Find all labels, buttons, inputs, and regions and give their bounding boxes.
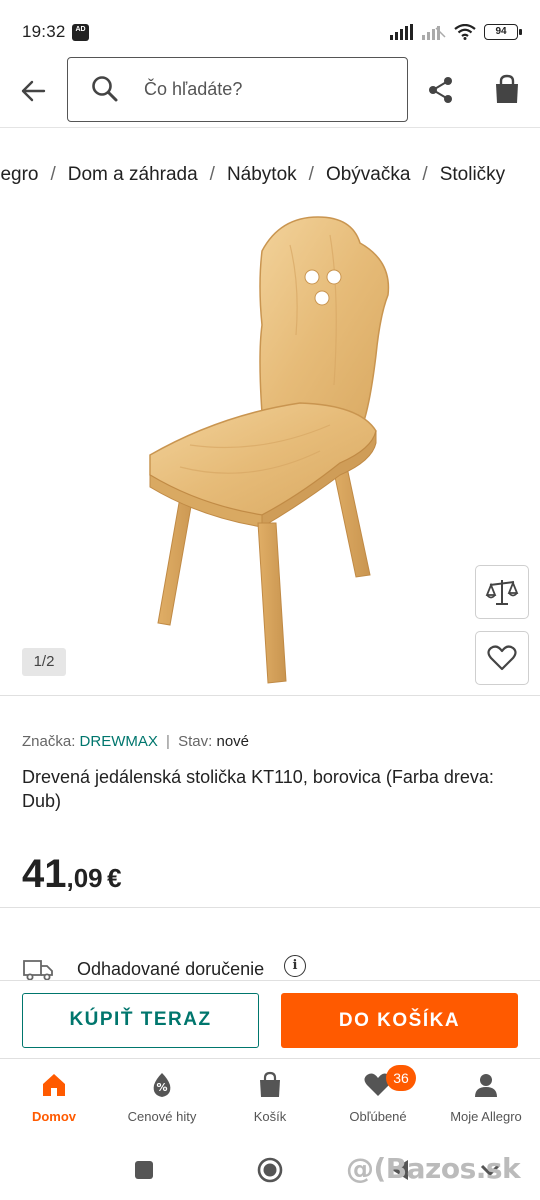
arrow-left-icon bbox=[21, 80, 46, 102]
breadcrumb-item-furniture[interactable]: Nábytok bbox=[227, 164, 297, 186]
brand-label: Značka: bbox=[22, 733, 76, 750]
divider bbox=[0, 907, 540, 908]
discount-icon: % bbox=[153, 1073, 171, 1097]
search-icon bbox=[92, 76, 118, 102]
price-integer: 41 bbox=[22, 852, 67, 896]
delivery-estimate[interactable]: Odhadované doručenie i bbox=[22, 955, 522, 981]
search-placeholder: Čo hľadáte? bbox=[144, 79, 243, 99]
signal-2-icon bbox=[422, 26, 446, 40]
home-icon bbox=[43, 1074, 65, 1096]
back-button[interactable] bbox=[14, 72, 52, 110]
scale-icon bbox=[485, 580, 519, 605]
delivery-label: Odhadované doručenie bbox=[77, 959, 265, 979]
nav-item-cart[interactable]: Košík bbox=[216, 1059, 324, 1139]
state-value: nové bbox=[216, 733, 250, 750]
product-image-chair bbox=[149, 216, 390, 684]
nav-item-deals[interactable]: % Cenové hity bbox=[108, 1059, 216, 1139]
system-navigation-bar: @(Bazos.sk bbox=[0, 1138, 540, 1200]
home-circle-icon[interactable] bbox=[256, 1156, 284, 1184]
wifi-icon bbox=[454, 24, 476, 40]
signal-icon bbox=[390, 24, 413, 40]
nav-label: Moje Allegro bbox=[450, 1109, 522, 1124]
heart-outline-icon bbox=[487, 645, 517, 671]
product-price: 41,09 € bbox=[22, 852, 122, 897]
image-counter: 1/2 bbox=[22, 648, 66, 676]
battery-icon: 94 bbox=[484, 24, 522, 40]
breadcrumb-separator: / bbox=[308, 164, 314, 185]
ad-blocker-icon: AD bbox=[72, 24, 89, 41]
add-to-cart-button[interactable]: DO KOŠÍKA bbox=[281, 993, 518, 1048]
nav-item-favorites[interactable]: 36 Obľúbené bbox=[324, 1059, 432, 1139]
divider bbox=[0, 695, 540, 696]
buy-now-button[interactable]: KÚPIŤ TERAZ bbox=[22, 993, 259, 1048]
favorites-count-badge: 36 bbox=[386, 1065, 416, 1091]
product-gallery[interactable]: 1/2 bbox=[0, 205, 540, 693]
breadcrumb-separator: / bbox=[209, 164, 215, 185]
breadcrumb-separator: / bbox=[422, 164, 428, 185]
search-input[interactable]: Čo hľadáte? bbox=[67, 57, 408, 122]
brand-link[interactable]: DREWMAX bbox=[80, 733, 158, 750]
product-title: Drevená jedálenská stolička KT110, borov… bbox=[22, 767, 494, 811]
price-decimal: ,09 bbox=[66, 863, 103, 893]
recent-apps-icon[interactable] bbox=[130, 1156, 158, 1184]
breadcrumb-item-living-room[interactable]: Obývačka bbox=[326, 164, 410, 186]
breadcrumb: llegro / Dom a záhrada / Nábytok / Obýva… bbox=[0, 162, 540, 192]
compare-button[interactable] bbox=[475, 565, 529, 619]
status-indicators: 94 bbox=[390, 22, 522, 42]
nav-label: Obľúbené bbox=[349, 1109, 407, 1124]
purchase-bar: KÚPIŤ TERAZ DO KOŠÍKA bbox=[0, 980, 540, 1058]
favorite-button[interactable] bbox=[475, 631, 529, 685]
app-header: Čo hľadáte? bbox=[0, 52, 540, 128]
nav-item-my-allegro[interactable]: Moje Allegro bbox=[432, 1059, 540, 1139]
bottom-navigation: Domov % Cenové hity Košík 36 Obľúbené Mo… bbox=[0, 1058, 540, 1138]
breadcrumb-item-chairs[interactable]: Stoličky bbox=[440, 164, 505, 186]
cart-button[interactable] bbox=[490, 73, 524, 107]
share-button[interactable] bbox=[424, 73, 458, 107]
nav-item-home[interactable]: Domov bbox=[0, 1059, 108, 1139]
state-label: Stav: bbox=[178, 733, 213, 750]
shopping-bag-icon bbox=[496, 74, 518, 103]
svg-text:%: % bbox=[156, 1081, 167, 1094]
watermark: @(Bazos.sk bbox=[346, 1152, 521, 1185]
user-icon bbox=[475, 1074, 497, 1097]
meta-separator: | bbox=[166, 733, 170, 750]
share-icon bbox=[429, 77, 452, 103]
truck-icon bbox=[23, 960, 53, 981]
nav-label: Košík bbox=[253, 1109, 287, 1124]
price-currency: € bbox=[107, 863, 122, 893]
breadcrumb-item-home-garden[interactable]: Dom a záhrada bbox=[68, 164, 198, 186]
product-meta: Značka: DREWMAX | Stav: nové bbox=[22, 733, 249, 750]
info-icon[interactable]: i bbox=[284, 955, 306, 977]
breadcrumb-item-allegro[interactable]: llegro bbox=[0, 164, 38, 186]
status-time: 19:32 bbox=[22, 22, 66, 41]
nav-label: Domov bbox=[31, 1109, 77, 1124]
status-bar: 19:32 AD 94 bbox=[0, 0, 540, 52]
breadcrumb-separator: / bbox=[50, 164, 56, 185]
cart-icon bbox=[260, 1071, 280, 1097]
nav-label: Cenové hity bbox=[127, 1109, 197, 1124]
